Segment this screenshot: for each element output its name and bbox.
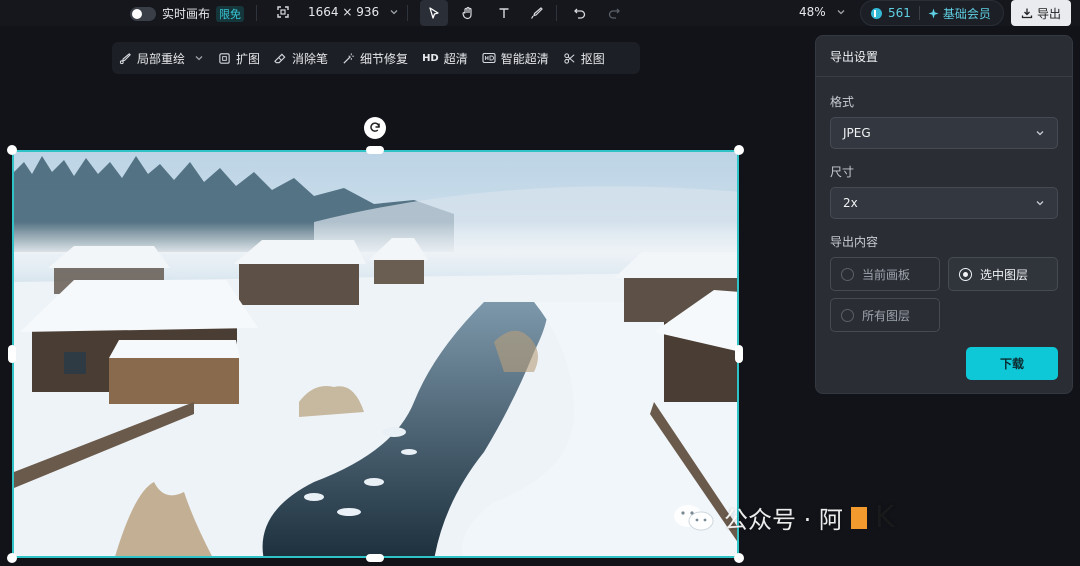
format-select[interactable]: JPEG	[830, 117, 1058, 149]
brush-tool-button[interactable]	[523, 0, 551, 26]
undo-icon	[574, 8, 586, 19]
credits-membership-pill[interactable]: 561 基础会员	[860, 0, 1004, 26]
chevron-down-icon	[195, 56, 203, 61]
expand-label: 扩图	[236, 51, 261, 66]
zoom-dropdown[interactable]: 48%	[799, 5, 846, 19]
limited-free-badge: 限免	[216, 5, 245, 22]
watermark: 公众号 · 阿 K	[672, 500, 895, 535]
toolbar-divider	[556, 5, 557, 21]
toolbar-divider	[256, 5, 257, 21]
export-button[interactable]: 导出	[1011, 0, 1071, 26]
option-all-layers[interactable]: 所有图层	[830, 298, 940, 332]
hand-tool-button[interactable]	[454, 0, 482, 26]
hd-upscale-label: 超清	[443, 51, 468, 66]
expand-image-button[interactable]: 扩图	[211, 50, 267, 67]
resize-handle-left[interactable]	[8, 345, 16, 363]
radio-circle-checked	[959, 267, 972, 281]
canvas-size-icon[interactable]	[276, 5, 290, 19]
hd-upscale-button[interactable]: HD 超清	[415, 50, 475, 67]
rotate-icon	[370, 122, 380, 132]
hd-icon: HD	[422, 52, 439, 64]
expand-icon	[219, 52, 230, 64]
top-toolbar: 实时画布 限免 1664 × 936 48% 561 基础会员 导出	[0, 0, 1080, 26]
cutout-label: 抠图	[580, 51, 605, 66]
watermark-text: 公众号 · 阿	[724, 506, 843, 534]
snowy-village-image	[14, 152, 737, 556]
detail-repair-button[interactable]: 细节修复	[335, 50, 415, 67]
membership-label: 基础会员	[942, 6, 991, 21]
chevron-down-icon	[837, 10, 845, 15]
watermark-brand-k: K	[874, 500, 895, 535]
undo-button[interactable]	[566, 0, 594, 26]
format-value: JPEG	[843, 126, 871, 140]
export-settings-panel: 导出设置 格式 JPEG 尺寸 2x 导出内容 当前画板 选中图层 所有图层 下…	[815, 35, 1073, 394]
eraser-label: 消除笔	[292, 51, 329, 66]
radio-circle	[841, 267, 854, 281]
option-label: 所有图层	[862, 308, 911, 323]
canvas-size-dropdown[interactable]: 1664 × 936	[308, 5, 399, 19]
select-tool-button[interactable]	[420, 0, 448, 26]
size-label: 尺寸	[830, 165, 855, 179]
eraser-button[interactable]: 消除笔	[267, 50, 335, 67]
format-label: 格式	[830, 95, 855, 109]
magic-wand-icon	[343, 52, 355, 64]
redo-button[interactable]	[600, 0, 628, 26]
export-label: 导出	[1036, 6, 1061, 21]
option-current-artboard[interactable]: 当前画板	[830, 257, 940, 291]
canvas-image-layer[interactable]	[12, 150, 739, 558]
download-button[interactable]: 下载	[966, 347, 1058, 380]
credits-icon	[871, 7, 882, 19]
option-selected-layer[interactable]: 选中图层	[948, 257, 1058, 291]
export-content-label: 导出内容	[830, 235, 879, 249]
detail-repair-label: 细节修复	[360, 51, 409, 66]
download-icon	[1021, 8, 1033, 19]
size-value: 2x	[843, 196, 858, 210]
inpaint-label: 局部重绘	[137, 51, 186, 66]
smart-upscale-button[interactable]: 智能超清	[475, 50, 556, 67]
resize-handle-bottom[interactable]	[366, 554, 384, 562]
option-label: 当前画板	[862, 267, 911, 282]
inpaint-dropdown[interactable]: 局部重绘	[112, 50, 211, 67]
realtime-canvas-toggle[interactable]	[130, 6, 156, 21]
toolbar-divider	[407, 5, 408, 21]
chevron-down-icon	[1036, 201, 1044, 206]
resize-handle-top-left[interactable]	[7, 145, 17, 155]
wechat-icon	[674, 504, 714, 530]
rotate-handle[interactable]	[364, 117, 386, 139]
resize-handle-top-right[interactable]	[734, 145, 744, 155]
resize-handle-bottom-right[interactable]	[734, 553, 744, 563]
panel-divider	[816, 76, 1072, 77]
canvas-size-value: 1664 × 936	[308, 5, 380, 19]
smart-upscale-label: 智能超清	[500, 51, 549, 66]
resize-handle-top[interactable]	[366, 146, 384, 154]
cutout-button[interactable]: 抠图	[556, 50, 612, 67]
chevron-down-icon	[390, 10, 398, 15]
chevron-down-icon	[1036, 131, 1044, 136]
realtime-canvas-toggle-group[interactable]: 实时画布 限免	[130, 5, 245, 22]
cutout-icon	[564, 52, 575, 64]
eraser-icon	[274, 53, 286, 63]
resize-handle-right[interactable]	[735, 345, 743, 363]
smart-hd-icon	[482, 52, 496, 64]
option-label: 选中图层	[980, 267, 1029, 282]
radio-circle	[841, 308, 854, 322]
size-select[interactable]: 2x	[830, 187, 1058, 219]
brush-icon	[119, 52, 131, 64]
zoom-value: 48%	[799, 5, 826, 19]
realtime-canvas-label: 实时画布	[162, 7, 211, 21]
text-tool-button[interactable]	[490, 0, 518, 26]
watermark-logo-block	[850, 506, 867, 529]
pill-divider	[918, 6, 920, 20]
cursor-icon	[429, 7, 439, 19]
export-panel-title: 导出设置	[830, 50, 879, 64]
resize-handle-bottom-left[interactable]	[7, 553, 17, 563]
credits-count: 561	[888, 6, 911, 20]
text-icon	[499, 8, 509, 18]
redo-icon	[608, 8, 620, 19]
sparkle-icon	[928, 7, 939, 19]
pen-icon	[531, 7, 543, 19]
hand-icon	[462, 6, 472, 20]
image-edit-toolbar: 局部重绘 扩图 消除笔 细节修复 HD 超清 智能超清 抠图	[112, 42, 640, 74]
